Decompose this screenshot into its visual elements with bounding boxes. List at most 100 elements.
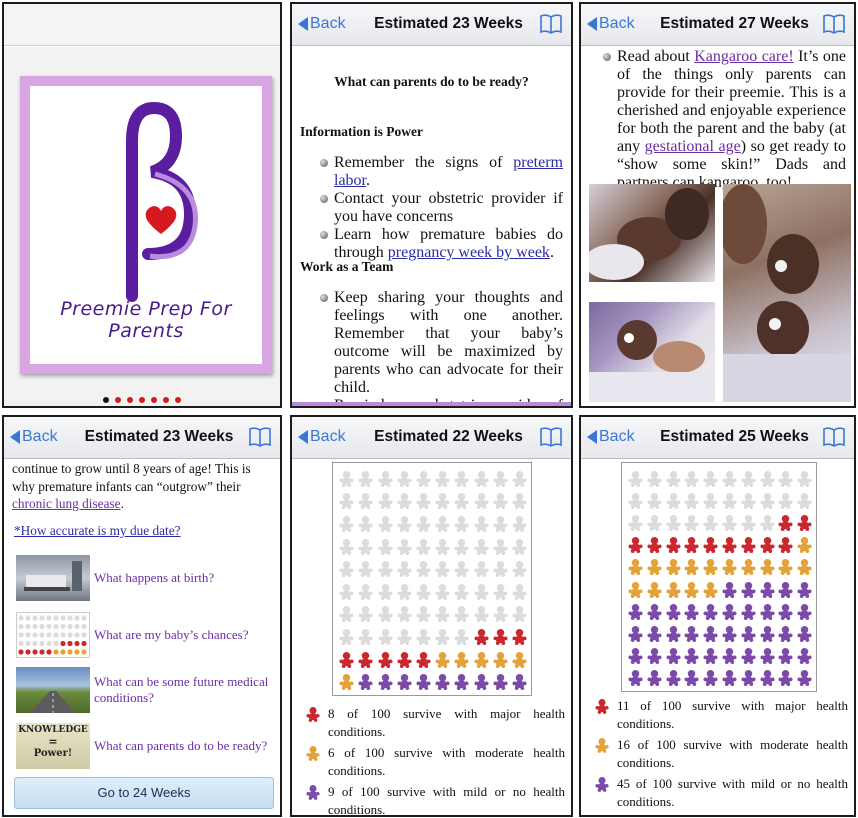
list-item: Remember the signs of preterm labor. xyxy=(320,154,563,190)
baby-icon xyxy=(416,583,431,605)
baby-icon xyxy=(339,515,354,537)
baby-icon xyxy=(397,470,412,492)
baby-icon xyxy=(684,536,699,558)
baby-icon xyxy=(397,515,412,537)
screen-25-weeks-outcomes: Back Estimated 25 Weeks 11 of 100 surviv… xyxy=(579,415,856,817)
topic-parents-ready[interactable]: KNOWLEDGE = Power! What can parents do t… xyxy=(16,723,274,769)
baby-icon xyxy=(741,669,756,691)
topic-label: What can be some future medical conditio… xyxy=(94,674,269,705)
chronic-lung-disease-link[interactable]: chronic lung disease xyxy=(12,496,121,511)
baby-icon xyxy=(665,603,681,625)
baby-icon xyxy=(377,560,393,582)
logo-text: Preemie Prep For Parents xyxy=(60,298,232,342)
book-icon[interactable] xyxy=(539,426,563,448)
legend-mild: 45 of 100 survive with mild or no health… xyxy=(595,775,848,810)
baby-icon xyxy=(703,514,718,536)
baby-icon xyxy=(397,628,412,650)
baby-icon xyxy=(797,492,812,514)
outcome-pictograph xyxy=(621,462,817,692)
baby-icon xyxy=(722,669,737,691)
baby-icon xyxy=(647,470,662,492)
baby-icon xyxy=(703,603,718,625)
pregnancy-week-link[interactable]: pregnancy week by week xyxy=(388,244,550,261)
baby-icon xyxy=(493,470,508,492)
baby-icon xyxy=(759,492,775,514)
baby-icon xyxy=(628,669,643,691)
go-to-24-weeks-button[interactable]: Go to 24 Weeks xyxy=(14,777,274,809)
baby-icon xyxy=(665,669,681,691)
back-button[interactable]: Back xyxy=(587,428,635,446)
kangaroo-care-link[interactable]: Kangaroo care! xyxy=(694,48,793,65)
baby-icon xyxy=(454,538,469,560)
baby-icon xyxy=(454,560,469,582)
gestational-age-link[interactable]: gestational age xyxy=(645,138,741,155)
baby-icon xyxy=(703,625,718,647)
list-item: Read about Kangaroo care! It’s one of th… xyxy=(603,48,846,192)
baby-icon xyxy=(473,673,489,695)
topic-birth[interactable]: What happens at birth? xyxy=(16,555,274,601)
baby-icon xyxy=(454,492,469,514)
baby-icon xyxy=(741,514,756,536)
due-date-link[interactable]: *How accurate is my due date? xyxy=(14,523,181,539)
baby-icon xyxy=(339,673,354,695)
screen-23-weeks-ready: Back Estimated 23 Weeks What can parents… xyxy=(290,2,573,408)
book-icon[interactable] xyxy=(822,13,846,35)
kangaroo-photo-1 xyxy=(589,184,715,282)
baby-icon xyxy=(778,625,793,647)
baby-icon xyxy=(416,628,431,650)
baby-icon xyxy=(339,651,354,673)
baby-icon xyxy=(722,558,737,580)
page-indicator[interactable] xyxy=(4,390,280,406)
baby-icon xyxy=(493,560,508,582)
baby-icon xyxy=(628,603,643,625)
hospital-room-thumbnail xyxy=(16,555,90,601)
baby-icon xyxy=(741,470,756,492)
baby-icon xyxy=(684,470,699,492)
back-button[interactable]: Back xyxy=(587,15,635,33)
baby-icon xyxy=(377,492,393,514)
page-dot[interactable] xyxy=(139,397,145,403)
book-icon[interactable] xyxy=(248,426,272,448)
baby-icon xyxy=(377,673,393,695)
baby-icon xyxy=(665,558,681,580)
baby-icon xyxy=(628,492,643,514)
page-dot[interactable] xyxy=(151,397,157,403)
page-title: Estimated 25 Weeks xyxy=(660,428,809,445)
bullet-list-information: Remember the signs of preterm labor. Con… xyxy=(320,154,563,262)
baby-icon xyxy=(703,647,718,669)
page-dot[interactable] xyxy=(127,397,133,403)
page-dot[interactable] xyxy=(115,397,121,403)
back-button[interactable]: Back xyxy=(298,15,346,33)
page-dot[interactable] xyxy=(163,397,169,403)
baby-icon xyxy=(759,647,775,669)
page-dot[interactable] xyxy=(103,397,109,403)
baby-icon xyxy=(759,603,775,625)
baby-icon xyxy=(684,669,699,691)
outcome-pictograph xyxy=(332,462,532,696)
baby-icon xyxy=(759,558,775,580)
baby-icon xyxy=(684,514,699,536)
back-button[interactable]: Back xyxy=(10,428,58,446)
page-dot[interactable] xyxy=(175,397,181,403)
baby-icon xyxy=(358,673,373,695)
baby-icon xyxy=(397,673,412,695)
back-arrow-icon xyxy=(587,17,597,31)
topic-chances[interactable]: What are my baby’s chances? xyxy=(16,612,274,658)
back-button[interactable]: Back xyxy=(298,428,346,446)
baby-icon xyxy=(628,514,643,536)
baby-icon xyxy=(454,673,469,695)
kangaroo-photo-2 xyxy=(589,302,715,402)
baby-icon xyxy=(473,470,489,492)
book-icon[interactable] xyxy=(539,13,563,35)
baby-icon xyxy=(684,625,699,647)
baby-icon xyxy=(512,651,527,673)
baby-icon xyxy=(377,628,393,650)
book-icon[interactable] xyxy=(822,426,846,448)
baby-icon xyxy=(435,605,450,627)
baby-icon xyxy=(722,581,737,603)
baby-icon xyxy=(722,492,737,514)
baby-icon xyxy=(306,705,328,740)
topic-medical-conditions[interactable]: What can be some future medical conditio… xyxy=(16,667,274,713)
baby-icon xyxy=(416,470,431,492)
nav-bar: Back Estimated 22 Weeks xyxy=(292,417,571,459)
